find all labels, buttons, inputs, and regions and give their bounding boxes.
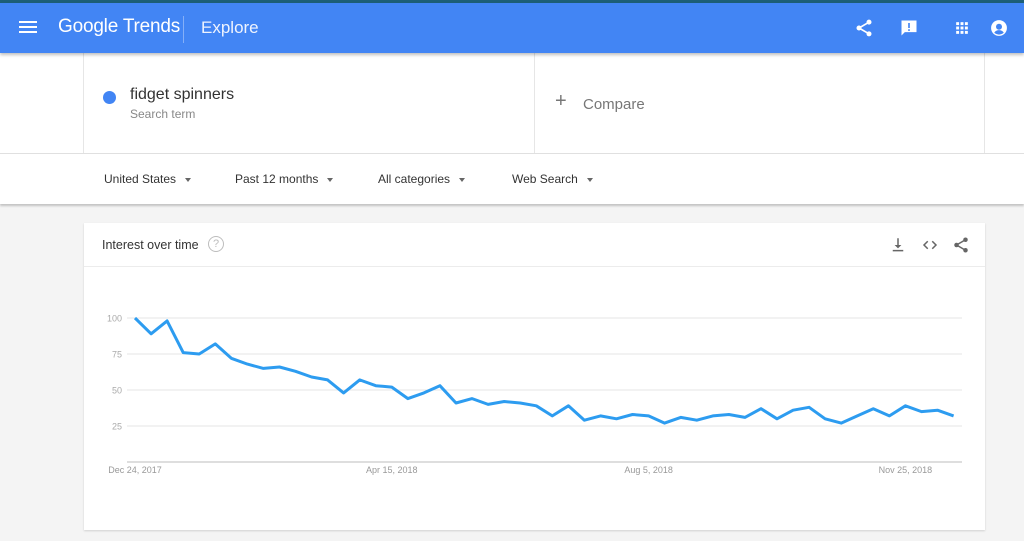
dropdown-caret-icon xyxy=(327,177,334,182)
feedback-icon[interactable] xyxy=(899,18,919,38)
search-term-card[interactable]: fidget spinners Search term xyxy=(83,53,535,153)
card-title: Interest over time xyxy=(102,238,199,252)
category-value: All categories xyxy=(378,172,451,186)
filter-bar: United States Past 12 months All categor… xyxy=(0,154,1024,204)
region-value: United States xyxy=(104,172,177,186)
account-icon[interactable] xyxy=(989,18,1009,38)
region-dropdown[interactable]: United States xyxy=(104,172,192,186)
search-term-name[interactable]: fidget spinners xyxy=(130,86,234,104)
logo-google: Google xyxy=(58,16,119,37)
share-icon[interactable] xyxy=(854,18,874,38)
time-range-dropdown[interactable]: Past 12 months xyxy=(235,172,334,186)
share-icon[interactable] xyxy=(952,236,970,254)
search-term-type: Search term xyxy=(130,107,196,121)
compare-button[interactable]: + Compare xyxy=(535,53,985,153)
card-header: Interest over time ? xyxy=(84,223,985,267)
dropdown-caret-icon xyxy=(459,177,466,182)
logo-trends: Trends xyxy=(122,16,181,37)
plus-icon: + xyxy=(555,90,567,112)
interest-over-time-card: Interest over time ? xyxy=(84,223,985,530)
search-terms-row: fidget spinners Search term + Compare xyxy=(0,53,1024,154)
google-trends-logo[interactable]: Google Trends xyxy=(58,16,180,38)
dropdown-caret-icon xyxy=(185,177,192,182)
time-range-value: Past 12 months xyxy=(235,172,319,186)
compare-label: Compare xyxy=(583,96,645,113)
search-type-value: Web Search xyxy=(512,172,578,186)
term-color-dot xyxy=(103,91,116,104)
apps-grid-icon[interactable] xyxy=(952,18,972,38)
download-icon[interactable] xyxy=(889,236,907,254)
search-type-dropdown[interactable]: Web Search xyxy=(512,172,593,186)
dropdown-caret-icon xyxy=(586,177,593,182)
page-title: Explore xyxy=(201,18,259,37)
header-divider xyxy=(183,16,184,43)
category-dropdown[interactable]: All categories xyxy=(378,172,466,186)
help-icon[interactable]: ? xyxy=(208,236,224,252)
menu-icon[interactable] xyxy=(19,21,37,35)
app-bar: Google Trends Explore xyxy=(0,3,1024,53)
embed-icon[interactable] xyxy=(921,236,939,254)
